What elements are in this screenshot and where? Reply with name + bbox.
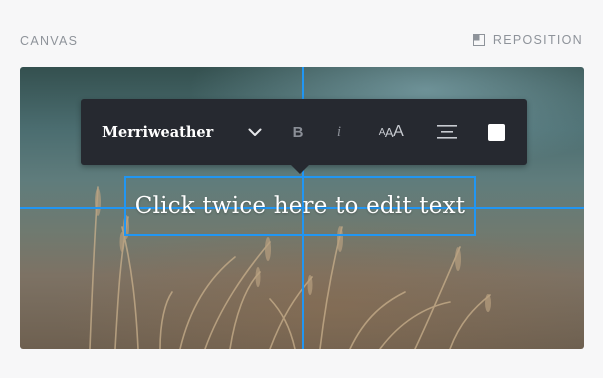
font-size-button[interactable]: AAA [374,99,408,165]
reposition-label: REPOSITION [492,33,583,47]
toolbar-pointer [291,165,309,174]
chevron-down-icon [248,128,262,136]
font-dropdown-button[interactable] [245,99,265,165]
text-color-button[interactable] [488,99,505,165]
font-size-medium-glyph: A [384,124,394,140]
editable-text[interactable]: Click twice here to edit text [135,193,465,219]
reposition-icon [472,34,485,46]
font-family-select[interactable]: Merriweather [102,99,213,165]
color-swatch [488,123,505,141]
reposition-button[interactable]: REPOSITION [472,33,583,47]
font-size-large-glyph: A [393,123,404,140]
text-align-button[interactable] [436,99,458,165]
bold-button[interactable]: B [287,99,309,165]
italic-button[interactable]: i [329,99,349,165]
align-center-icon [437,125,457,139]
text-box[interactable]: Click twice here to edit text [124,176,476,236]
canvas-title: CANVAS [20,34,79,48]
text-format-toolbar: Merriweather B i AAA [81,99,527,174]
